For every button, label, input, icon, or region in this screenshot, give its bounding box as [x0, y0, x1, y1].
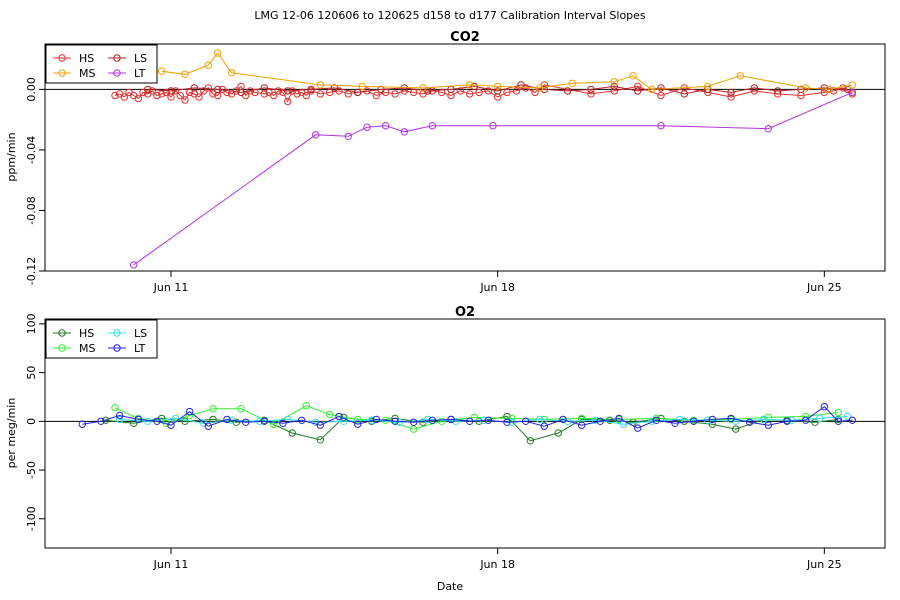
co2-y-tick-label: -0.08: [25, 196, 38, 224]
o2-x-tick-label: Jun 18: [479, 558, 515, 571]
o2-legend-label-ms: MS: [79, 342, 95, 355]
co2-series-lt-line: [133, 91, 853, 266]
co2-legend-label-ms: MS: [79, 67, 95, 80]
co2-legend-label-hs: HS: [79, 52, 94, 65]
co2-axes: Jun 11 Jun 18 Jun 25 0.00 -0.04 -0.08 -0.12 HS L…: [25, 44, 885, 294]
co2-series-ms-line: [161, 52, 853, 90]
o2-legend-label-lt: LT: [134, 342, 146, 355]
o2-y-axis-label: per meg/min: [5, 398, 18, 469]
co2-series-hs-line: [114, 84, 853, 103]
o2-y-tick-label: -100: [25, 506, 38, 531]
figure-suptitle: LMG 12-06 120606 to 120625 d158 to d177 …: [254, 9, 646, 22]
o2-series-lt-line: [82, 406, 853, 429]
o2-x-tick-label: Jun 25: [806, 558, 842, 571]
co2-panel-title: CO2: [450, 30, 480, 45]
o2-y-tick-label: 100: [25, 313, 38, 334]
co2-y-tick-label: -0.12: [25, 257, 38, 285]
co2-y-axis-label: ppm/min: [5, 132, 18, 181]
x-axis-label: Date: [437, 580, 464, 593]
o2-y-tick-label: -50: [25, 461, 38, 479]
o2-series-ms-line: [114, 405, 839, 430]
co2-y-tick-label: 0.00: [25, 77, 38, 102]
co2-y-tick-label: -0.04: [25, 136, 38, 164]
figure: LMG 12-06 120606 to 120625 d158 to d177 …: [5, 9, 886, 593]
o2-legend-label-ls: LS: [134, 327, 147, 340]
co2-x-tick-label: Jun 18: [479, 281, 515, 294]
co2-x-tick-label: Jun 11: [153, 281, 189, 294]
o2-y-tick-label: 0: [25, 418, 38, 425]
o2-plot-frame: [44, 318, 886, 549]
o2-x-tick-label: Jun 11: [153, 558, 189, 571]
o2-y-tick-label: 50: [25, 366, 38, 380]
o2-axes: Jun 11 Jun 18 Jun 25 100 50 0 -50 -100 HS LS MS LT: [25, 313, 885, 571]
co2-legend-label-lt: LT: [134, 67, 146, 80]
o2-legend-label-hs: HS: [79, 327, 94, 340]
co2-panel: CO2 ppm/min Jun 11 Jun 18 Jun 25 0.00 -0.04 -…: [5, 30, 886, 294]
co2-legend-label-ls: LS: [134, 52, 147, 65]
co2-plot-frame: [44, 43, 886, 272]
co2-x-tick-label: Jun 25: [806, 281, 842, 294]
o2-panel-title: O2: [455, 305, 475, 320]
o2-panel: O2 per meg/min Jun 11 Jun 18 Jun 25 100 50 0 -…: [5, 305, 886, 571]
